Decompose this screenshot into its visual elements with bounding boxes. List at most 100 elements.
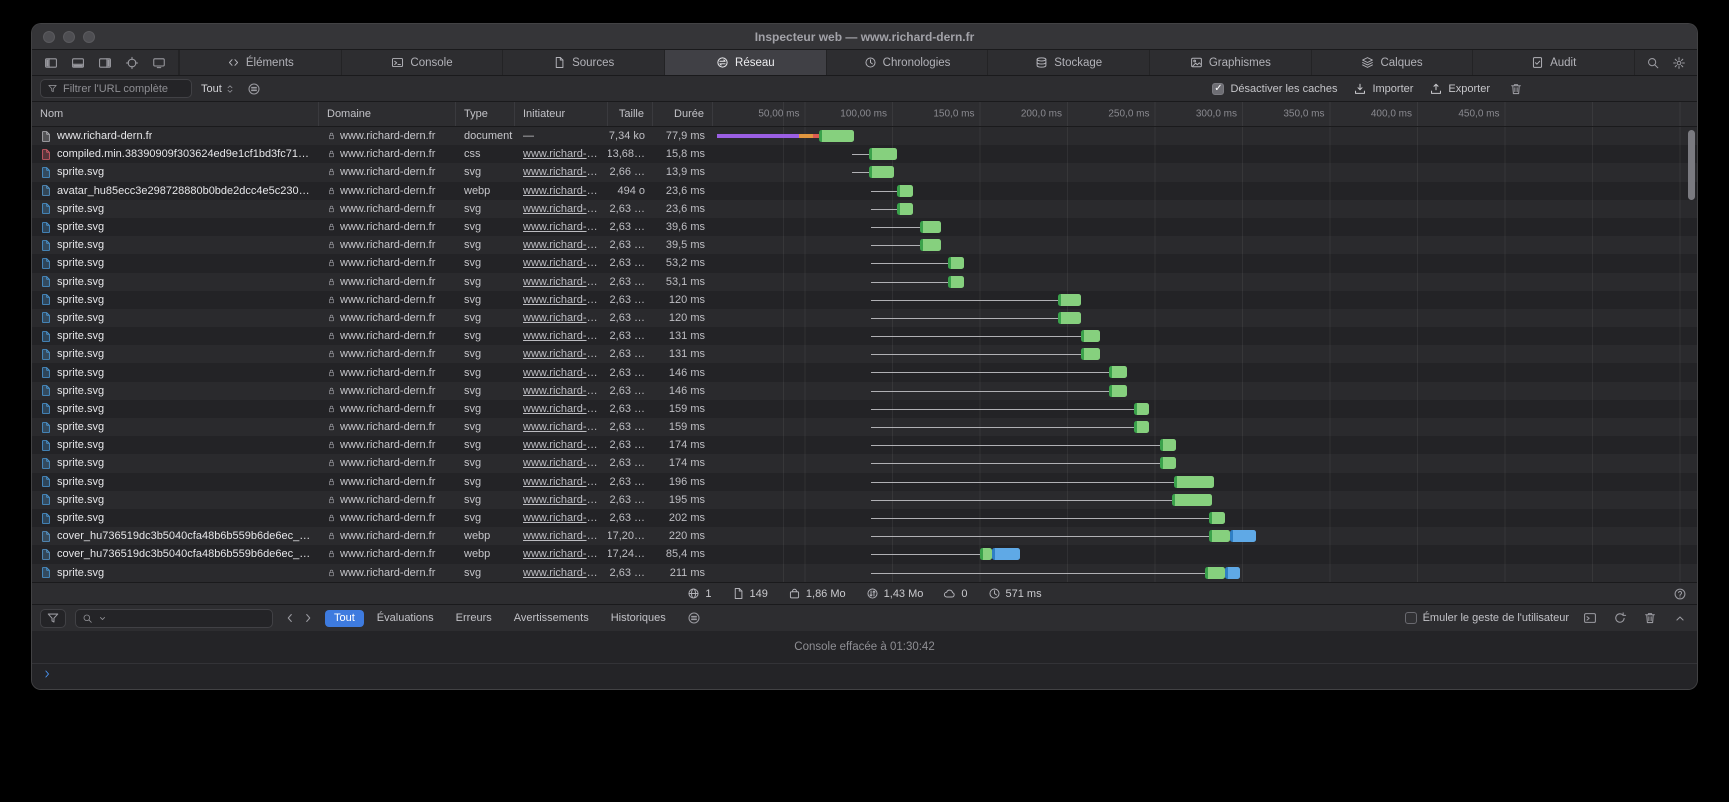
initiator-link[interactable]: www.richard-d… <box>523 476 600 488</box>
waterfall-lane[interactable] <box>713 163 1697 181</box>
waterfall-lane[interactable] <box>713 309 1697 327</box>
emulate-user-gesture-checkbox[interactable]: ✓ Émuler le geste de l'utilisateur <box>1405 612 1569 624</box>
console-tab-evaluations[interactable]: Évaluations <box>368 610 443 627</box>
clear-network-button[interactable] <box>1506 79 1526 99</box>
initiator-link[interactable]: www.richard-d… <box>523 166 600 178</box>
waterfall-lane[interactable] <box>713 236 1697 254</box>
waterfall-lane[interactable] <box>713 327 1697 345</box>
request-row[interactable]: sprite.svgwww.richard-dern.frsvgwww.rich… <box>32 309 1697 327</box>
initiator-link[interactable]: www.richard-d… <box>523 567 600 579</box>
waterfall-lane[interactable] <box>713 345 1697 363</box>
request-row[interactable]: sprite.svgwww.richard-dern.frsvgwww.rich… <box>32 363 1697 381</box>
waterfall-lane[interactable] <box>713 418 1697 436</box>
dock-left-button[interactable] <box>41 53 61 73</box>
initiator-link[interactable]: www.richard-d… <box>523 348 600 360</box>
initiator-link[interactable]: www.richard-d… <box>523 294 600 306</box>
column-header-nom[interactable]: Nom <box>32 102 319 126</box>
console-search-input[interactable] <box>112 612 266 624</box>
waterfall-lane[interactable] <box>713 564 1697 582</box>
waterfall-lane[interactable] <box>713 382 1697 400</box>
waterfall-lane[interactable] <box>713 200 1697 218</box>
detail-view-button[interactable] <box>244 79 264 99</box>
timeline-header[interactable]: 50,00 ms100,00 ms150,0 ms200,0 ms250,0 m… <box>713 102 1697 126</box>
waterfall-lane[interactable] <box>713 218 1697 236</box>
clear-console-button[interactable] <box>1641 608 1659 628</box>
request-row[interactable]: sprite.svgwww.richard-dern.frsvgwww.rich… <box>32 418 1697 436</box>
initiator-link[interactable]: www.richard-d… <box>523 257 600 269</box>
initiator-link[interactable]: www.richard-d… <box>523 494 600 506</box>
request-row[interactable]: www.richard-dern.frwww.richard-dern.frdo… <box>32 127 1697 145</box>
settings-button[interactable] <box>1669 53 1689 73</box>
initiator-link[interactable]: www.richard-d… <box>523 203 600 215</box>
vertical-scrollbar-thumb[interactable] <box>1688 130 1695 200</box>
previous-result-button[interactable] <box>282 608 298 628</box>
column-header-type[interactable]: Type <box>456 102 515 126</box>
minimize-window-button[interactable] <box>63 31 75 43</box>
waterfall-lane[interactable] <box>713 273 1697 291</box>
resource-scope-select[interactable]: Tout <box>201 83 235 95</box>
tab-elements[interactable]: Éléments <box>179 50 341 75</box>
initiator-link[interactable]: www.richard-d… <box>523 148 600 160</box>
waterfall-lane[interactable] <box>713 436 1697 454</box>
request-row[interactable]: sprite.svgwww.richard-dern.frsvgwww.rich… <box>32 436 1697 454</box>
initiator-link[interactable]: www.richard-d… <box>523 312 600 324</box>
initiator-link[interactable]: www.richard-d… <box>523 221 600 233</box>
console-tab-avertissements[interactable]: Avertissements <box>505 610 598 627</box>
initiator-link[interactable]: www.richard-d… <box>523 421 600 433</box>
next-result-button[interactable] <box>300 608 316 628</box>
initiator-link[interactable]: www.richard-d… <box>523 548 600 560</box>
dock-bottom-button[interactable] <box>68 53 88 73</box>
console-prompt[interactable] <box>32 664 1697 684</box>
waterfall-lane[interactable] <box>713 254 1697 272</box>
export-button[interactable]: Exporter <box>1429 82 1490 96</box>
console-tab-historiques[interactable]: Historiques <box>602 610 675 627</box>
waterfall-lane[interactable] <box>713 400 1697 418</box>
request-row[interactable]: sprite.svgwww.richard-dern.frsvgwww.rich… <box>32 218 1697 236</box>
waterfall-lane[interactable] <box>713 509 1697 527</box>
tab-sources[interactable]: Sources <box>502 50 664 75</box>
device-settings-button[interactable] <box>149 53 169 73</box>
tab-stockage[interactable]: Stockage <box>987 50 1149 75</box>
console-search-field[interactable] <box>75 609 273 628</box>
initiator-link[interactable]: www.richard-d… <box>523 439 600 451</box>
initiator-link[interactable]: www.richard-d… <box>523 185 600 197</box>
initiator-link[interactable]: www.richard-d… <box>523 239 600 251</box>
request-row[interactable]: sprite.svgwww.richard-dern.frsvgwww.rich… <box>32 200 1697 218</box>
request-row[interactable]: cover_hu736519dc3b5040cfa48b6b559b6de6ec… <box>32 545 1697 563</box>
request-row[interactable]: sprite.svgwww.richard-dern.frsvgwww.rich… <box>32 454 1697 472</box>
tab-audit[interactable]: Audit <box>1472 50 1634 75</box>
request-row[interactable]: sprite.svgwww.richard-dern.frsvgwww.rich… <box>32 345 1697 363</box>
close-window-button[interactable] <box>43 31 55 43</box>
request-row[interactable]: sprite.svgwww.richard-dern.frsvgwww.rich… <box>32 273 1697 291</box>
column-header-duree[interactable]: Durée <box>653 102 713 126</box>
column-header-domaine[interactable]: Domaine <box>319 102 456 126</box>
titlebar[interactable]: Inspecteur web — www.richard-dern.fr <box>32 24 1697 50</box>
tab-graphismes[interactable]: Graphismes <box>1149 50 1311 75</box>
help-button[interactable] <box>1670 584 1690 604</box>
request-row[interactable]: avatar_hu85ecc3e298728880b0bde2dcc4e5c23… <box>32 182 1697 200</box>
initiator-link[interactable]: www.richard-d… <box>523 330 600 342</box>
console-tab-tout[interactable]: Tout <box>325 610 364 627</box>
request-row[interactable]: sprite.svgwww.richard-dern.frsvgwww.rich… <box>32 382 1697 400</box>
request-row[interactable]: sprite.svgwww.richard-dern.frsvgwww.rich… <box>32 509 1697 527</box>
waterfall-lane[interactable] <box>713 454 1697 472</box>
column-header-initiateur[interactable]: Initiateur <box>515 102 608 126</box>
request-row[interactable]: sprite.svgwww.richard-dern.frsvgwww.rich… <box>32 473 1697 491</box>
request-row[interactable]: sprite.svgwww.richard-dern.frsvgwww.rich… <box>32 291 1697 309</box>
console-filter-button[interactable] <box>40 609 66 628</box>
initiator-link[interactable]: www.richard-d… <box>523 530 600 542</box>
waterfall-lane[interactable] <box>713 473 1697 491</box>
request-row[interactable]: sprite.svgwww.richard-dern.frsvgwww.rich… <box>32 400 1697 418</box>
reload-button[interactable] <box>1611 608 1629 628</box>
waterfall-lane[interactable] <box>713 363 1697 381</box>
zoom-window-button[interactable] <box>83 31 95 43</box>
element-picker-button[interactable] <box>122 53 142 73</box>
waterfall-lane[interactable] <box>713 127 1697 145</box>
waterfall-lane[interactable] <box>713 182 1697 200</box>
console-tab-erreurs[interactable]: Erreurs <box>447 610 501 627</box>
initiator-link[interactable]: www.richard-d… <box>523 512 600 524</box>
column-header-taille[interactable]: Taille <box>608 102 653 126</box>
waterfall-lane[interactable] <box>713 291 1697 309</box>
waterfall-lane[interactable] <box>713 145 1697 163</box>
request-row[interactable]: sprite.svgwww.richard-dern.frsvgwww.rich… <box>32 163 1697 181</box>
